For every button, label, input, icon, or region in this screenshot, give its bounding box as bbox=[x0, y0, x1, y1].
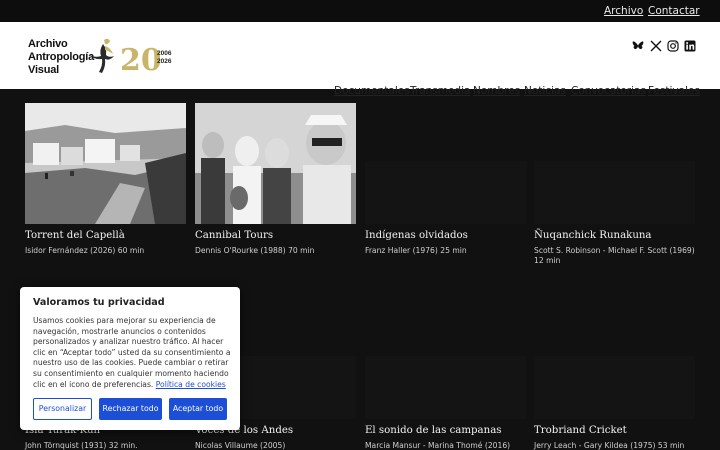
x-icon[interactable] bbox=[650, 40, 662, 52]
film-thumbnail[interactable] bbox=[365, 298, 526, 419]
film-thumbnail[interactable] bbox=[365, 103, 526, 224]
logo-year: 2026 bbox=[157, 58, 172, 65]
film-thumbnail[interactable] bbox=[534, 103, 695, 224]
nav-transmedia[interactable]: Transmedia bbox=[410, 85, 470, 99]
film-thumbnail[interactable] bbox=[534, 298, 695, 419]
film-meta: Marcia Mansur - Marina Thomé (2016) bbox=[365, 441, 511, 450]
logo-line: Archivo bbox=[28, 38, 68, 50]
logo-dancer-icon bbox=[90, 38, 114, 73]
archivo-link[interactable]: Archivo bbox=[604, 5, 643, 17]
film-meta: Nicolas Villaume (2005) bbox=[195, 441, 286, 450]
film-meta: Jerry Leach - Gary Kildea (1975) 53 min bbox=[534, 441, 685, 450]
film-meta: Dennis O'Rourke (1988) 70 min bbox=[195, 246, 315, 255]
film-meta: Franz Haller (1976) 25 min bbox=[365, 246, 467, 255]
nav-convocatorias[interactable]: Convocatorias bbox=[571, 85, 646, 99]
cookie-body-text: Usamos cookies para mejorar su experienc… bbox=[33, 316, 231, 389]
film-title[interactable]: El sonido de las campanas bbox=[365, 425, 502, 436]
film-title[interactable]: Cannibal Tours bbox=[195, 230, 273, 241]
cookie-consent-dialog: Valoramos tu privacidad Usamos cookies p… bbox=[20, 287, 240, 430]
bluesky-icon[interactable] bbox=[632, 40, 644, 52]
film-meta: Isidor Fernández (2026) 60 min bbox=[25, 246, 145, 255]
anniversary-20-icon: 20 bbox=[120, 44, 160, 72]
instagram-icon[interactable] bbox=[667, 40, 679, 52]
site-header: Archivo Antropología Visual 20 2006 2026… bbox=[0, 22, 720, 97]
film-thumbnail[interactable] bbox=[25, 103, 186, 224]
cookie-body: Usamos cookies para mejorar su experienc… bbox=[33, 316, 233, 390]
nav-festivales[interactable]: Festivales bbox=[648, 85, 700, 99]
cookie-heading: Valoramos tu privacidad bbox=[33, 297, 165, 308]
nav-documentales[interactable]: Documentales bbox=[334, 85, 410, 99]
film-title[interactable]: Torrent del Capellà bbox=[25, 230, 125, 241]
customize-button[interactable]: Personalizar bbox=[33, 398, 92, 420]
cookie-policy-link[interactable]: Política de cookies bbox=[156, 380, 226, 389]
film-title[interactable]: Trobriand Cricket bbox=[534, 425, 627, 436]
film-meta: Scott S. Robinson - Michael F. Scott (19… bbox=[534, 246, 695, 265]
contactar-link[interactable]: Contactar bbox=[648, 5, 700, 17]
linkedin-icon[interactable] bbox=[684, 40, 696, 52]
logo-line: Visual bbox=[28, 64, 60, 76]
nav-nombres[interactable]: Nombres bbox=[473, 85, 520, 99]
nav-noticias[interactable]: Noticias bbox=[524, 85, 566, 99]
logo-line: Antropología bbox=[28, 51, 95, 63]
accept-all-button[interactable]: Aceptar todo bbox=[169, 398, 227, 420]
reject-all-button[interactable]: Rechazar todo bbox=[99, 398, 162, 420]
top-bar: Archivo Contactar bbox=[0, 0, 720, 22]
site-logo[interactable]: Archivo Antropología Visual bbox=[28, 38, 94, 77]
svg-text:20: 20 bbox=[120, 44, 160, 72]
film-thumbnail[interactable] bbox=[195, 103, 356, 224]
film-title[interactable]: Indígenas olvidados bbox=[365, 230, 468, 241]
film-meta: John Törnquist (1931) 32 min. bbox=[25, 441, 138, 450]
film-title[interactable]: Ñuqanchick Runakuna bbox=[534, 230, 652, 241]
logo-year: 2006 bbox=[157, 50, 172, 57]
logo-years: 2006 2026 bbox=[157, 50, 171, 66]
